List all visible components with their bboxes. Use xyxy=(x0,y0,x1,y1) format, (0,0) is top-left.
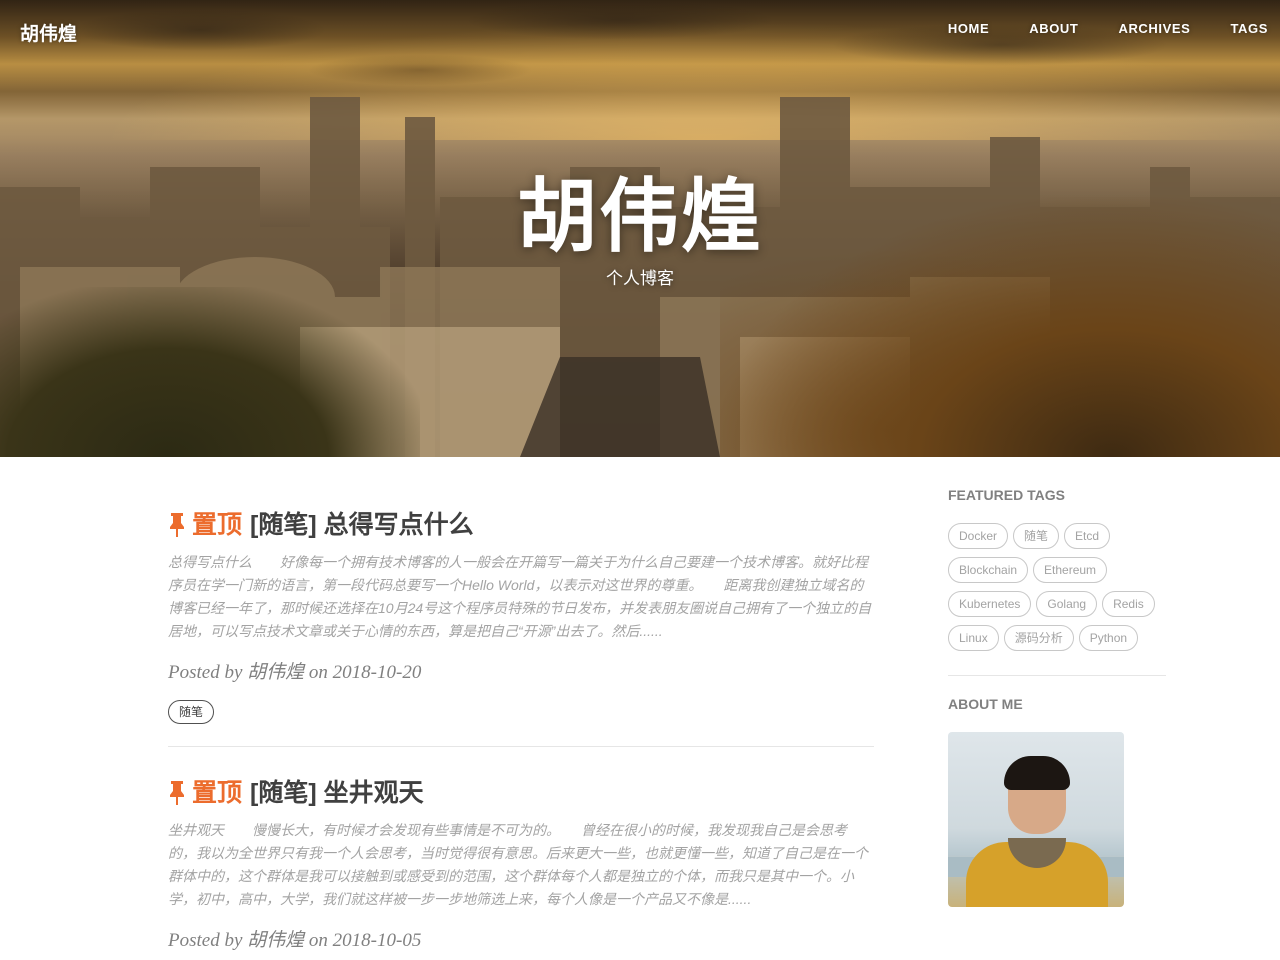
tag-blockchain[interactable]: Blockchain xyxy=(948,557,1029,583)
post-title-text[interactable]: [随笔] 坐井观天 xyxy=(250,777,424,809)
pushpin-icon xyxy=(170,513,184,537)
post-excerpt[interactable]: 总得写点什么 好像每一个拥有技术博客的人一般会在开篇写一篇关于为什么自己要建一个… xyxy=(168,551,874,643)
post-title[interactable]: 置顶 [随笔] 坐井观天 xyxy=(168,777,874,809)
pinned-label: 置顶 xyxy=(192,511,243,539)
site-title: 胡伟煌 xyxy=(517,172,763,261)
post-date: 2018-10-05 xyxy=(332,930,422,951)
tag-etcd[interactable]: Etcd xyxy=(1064,523,1111,549)
sidebar-divider xyxy=(948,675,1166,676)
post-preview[interactable]: 置顶 [随笔] 总得写点什么 总得写点什么 好像每一个拥有技术博客的人一般会在开… xyxy=(168,509,874,724)
tag-kubernetes[interactable]: Kubernetes xyxy=(948,591,1032,617)
avatar xyxy=(948,732,1124,907)
post-tag[interactable]: 随笔 xyxy=(168,700,215,724)
tag-suibi[interactable]: 随笔 xyxy=(1013,523,1060,549)
tag-docker[interactable]: Docker xyxy=(948,523,1009,549)
main-content: 置顶 [随笔] 总得写点什么 总得写点什么 好像每一个拥有技术博客的人一般会在开… xyxy=(0,457,1280,960)
post-preview[interactable]: 置顶 [随笔] 坐井观天 坐井观天 慢慢长大，有时候才会发现有些事情是不可为的。… xyxy=(168,777,874,952)
post-title[interactable]: 置顶 [随笔] 总得写点什么 xyxy=(168,509,874,541)
nav-about[interactable]: ABOUT xyxy=(1029,21,1078,36)
tag-ethereum[interactable]: Ethereum xyxy=(1033,557,1108,583)
post-list: 置顶 [随笔] 总得写点什么 总得写点什么 好像每一个拥有技术博客的人一般会在开… xyxy=(168,509,874,952)
site-heading: 胡伟煌 个人博客 xyxy=(0,170,1280,289)
pushpin-icon xyxy=(170,781,184,805)
post-author: 胡伟煌 xyxy=(247,930,305,951)
top-nav: HOME ABOUT ARCHIVES TAGS xyxy=(928,21,1280,36)
hero-header: 胡伟煌 HOME ABOUT ARCHIVES TAGS 胡伟煌 个人博客 xyxy=(0,0,1280,457)
nav-tags[interactable]: TAGS xyxy=(1230,21,1268,36)
avatar-hair xyxy=(1004,756,1070,790)
post-tags: 随笔 xyxy=(168,700,874,724)
nav-home[interactable]: HOME xyxy=(948,21,989,36)
tag-redis[interactable]: Redis xyxy=(1102,591,1155,617)
post-divider xyxy=(168,746,874,747)
posted-by-label: Posted by xyxy=(168,930,243,951)
tag-source-analysis[interactable]: 源码分析 xyxy=(1003,625,1074,651)
tag-cloud: Docker 随笔 Etcd Blockchain Ethereum Kuber… xyxy=(948,523,1166,659)
pinned-label: 置顶 xyxy=(192,779,243,807)
tag-linux[interactable]: Linux xyxy=(948,625,999,651)
date-prefix: on xyxy=(308,930,328,951)
hero-clouds xyxy=(0,0,1280,110)
posted-by-label: Posted by xyxy=(168,662,243,683)
site-subtitle: 个人博客 xyxy=(606,269,674,288)
about-me-title: ABOUT ME xyxy=(948,696,1023,712)
post-excerpt[interactable]: 坐井观天 慢慢长大，有时候才会发现有些事情是不可为的。 曾经在很小的时候，我发现… xyxy=(168,819,874,911)
post-author: 胡伟煌 xyxy=(247,662,305,683)
sidebar: FEATURED TAGS Docker 随笔 Etcd Blockchain … xyxy=(948,487,1166,907)
post-date: 2018-10-20 xyxy=(332,662,422,683)
featured-tags-title: FEATURED TAGS xyxy=(948,487,1065,503)
hero-trees-left xyxy=(0,287,420,457)
post-meta: Posted by 胡伟煌 on 2018-10-05 xyxy=(168,925,874,952)
date-prefix: on xyxy=(308,662,328,683)
post-title-text[interactable]: [随笔] 总得写点什么 xyxy=(250,509,474,541)
tag-python[interactable]: Python xyxy=(1078,625,1139,651)
post-meta: Posted by 胡伟煌 on 2018-10-20 xyxy=(168,657,874,684)
tag-golang[interactable]: Golang xyxy=(1036,591,1098,617)
brand-link[interactable]: 胡伟煌 xyxy=(20,19,77,46)
nav-archives[interactable]: ARCHIVES xyxy=(1118,21,1190,36)
